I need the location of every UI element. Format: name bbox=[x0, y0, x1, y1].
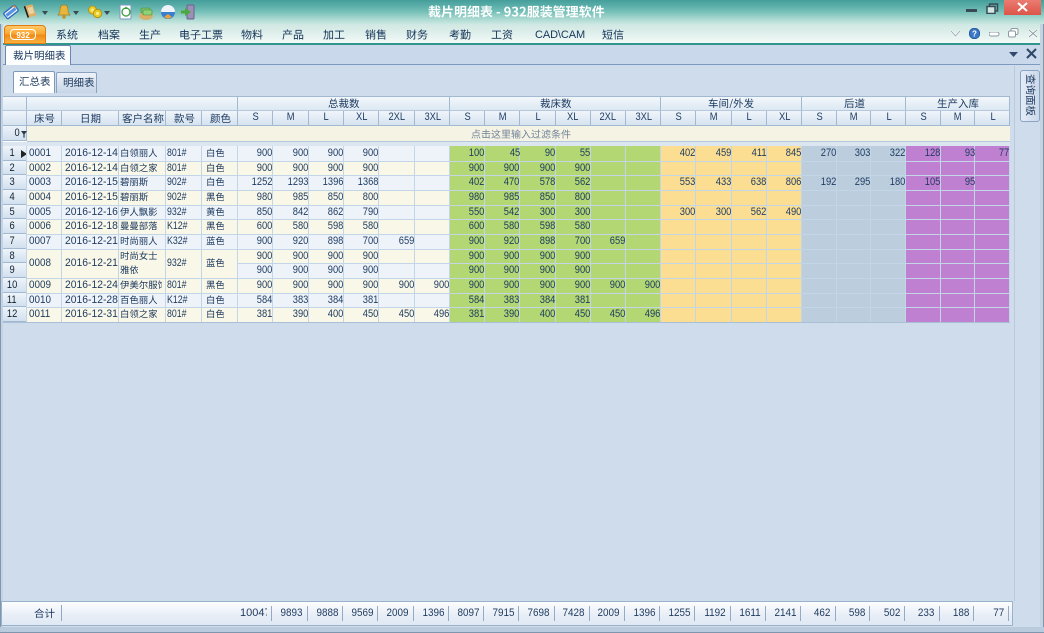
svg-text:?: ? bbox=[972, 29, 977, 38]
